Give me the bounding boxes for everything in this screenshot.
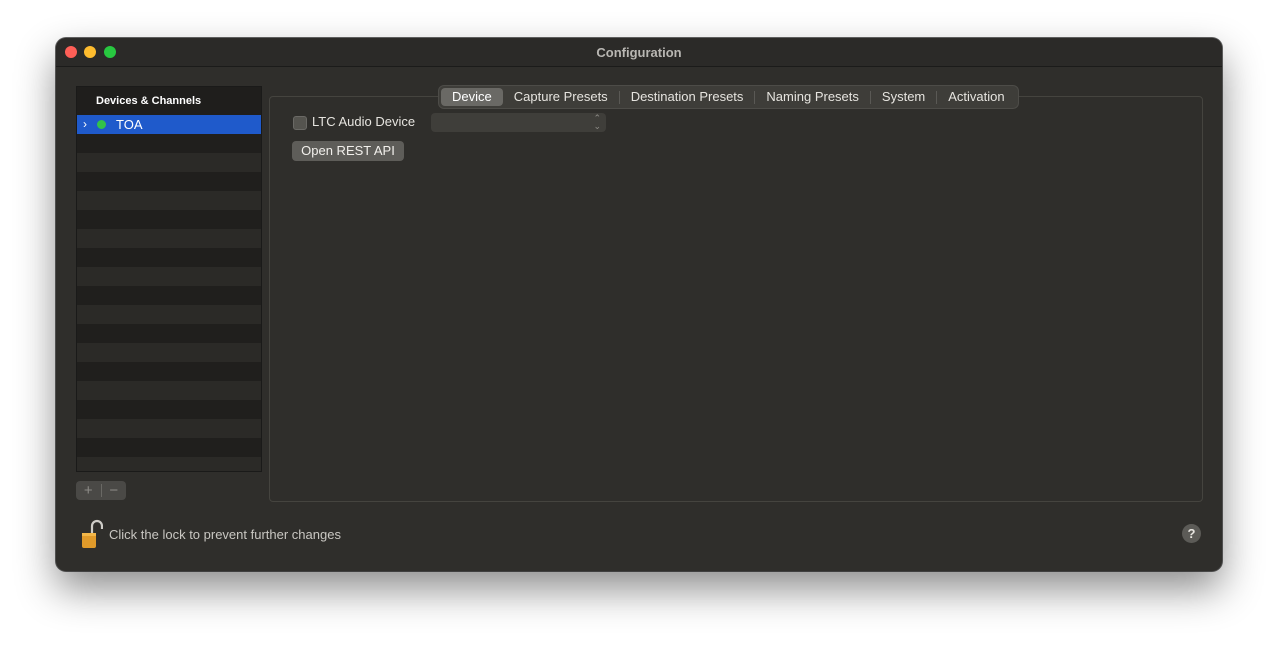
add-remove-control: + − <box>76 481 126 500</box>
ltc-audio-device-label: LTC Audio Device <box>312 114 416 129</box>
tab-naming-presets[interactable]: Naming Presets <box>755 88 869 106</box>
list-empty-row <box>77 172 261 191</box>
window-title: Configuration <box>596 45 682 60</box>
list-item-toa[interactable]: › TOA <box>77 115 261 134</box>
list-empty-row <box>77 191 261 210</box>
list-empty-row <box>77 457 261 471</box>
tab-capture-presets[interactable]: Capture Presets <box>503 88 619 106</box>
unlocked-padlock-icon[interactable] <box>81 519 103 549</box>
list-empty-row <box>77 343 261 362</box>
title-bar: Configuration <box>56 38 1222 67</box>
list-empty-row <box>77 324 261 343</box>
tab-device[interactable]: Device <box>441 88 503 106</box>
list-empty-row <box>77 438 261 457</box>
status-dot-icon <box>97 120 106 129</box>
up-down-chevron-icon: ⌃ ⌄ <box>593 113 601 131</box>
open-rest-api-button[interactable]: Open REST API <box>292 141 404 161</box>
list-empty-row <box>77 248 261 267</box>
list-empty-row <box>77 419 261 438</box>
tab-bar: Device Capture Presets Destination Prese… <box>438 85 1019 109</box>
ltc-audio-device-checkbox[interactable] <box>293 116 307 130</box>
list-empty-row <box>77 153 261 172</box>
content-panel <box>269 96 1203 502</box>
lock-hint-text: Click the lock to prevent further change… <box>109 527 341 542</box>
list-empty-row <box>77 229 261 248</box>
add-device-button[interactable]: + <box>76 481 101 500</box>
list-item-label: TOA <box>116 117 143 132</box>
devices-channels-list: Devices & Channels › TOA <box>76 86 262 472</box>
help-button[interactable]: ? <box>1182 524 1201 543</box>
list-header: Devices & Channels <box>77 87 261 115</box>
list-empty-row <box>77 210 261 229</box>
list-empty-row <box>77 381 261 400</box>
remove-device-button[interactable]: − <box>102 481 127 500</box>
chevron-right-icon[interactable]: › <box>83 117 87 131</box>
tab-activation[interactable]: Activation <box>937 88 1015 106</box>
tab-system[interactable]: System <box>871 88 936 106</box>
configuration-window: Configuration Devices & Channels › TOA +… <box>56 38 1222 571</box>
ltc-audio-device-select[interactable]: ⌃ ⌄ <box>431 113 606 132</box>
list-empty-row <box>77 286 261 305</box>
list-empty-row <box>77 267 261 286</box>
list-empty-row <box>77 400 261 419</box>
list-empty-row <box>77 134 261 153</box>
tab-destination-presets[interactable]: Destination Presets <box>620 88 755 106</box>
list-empty-row <box>77 305 261 324</box>
list-empty-row <box>77 362 261 381</box>
